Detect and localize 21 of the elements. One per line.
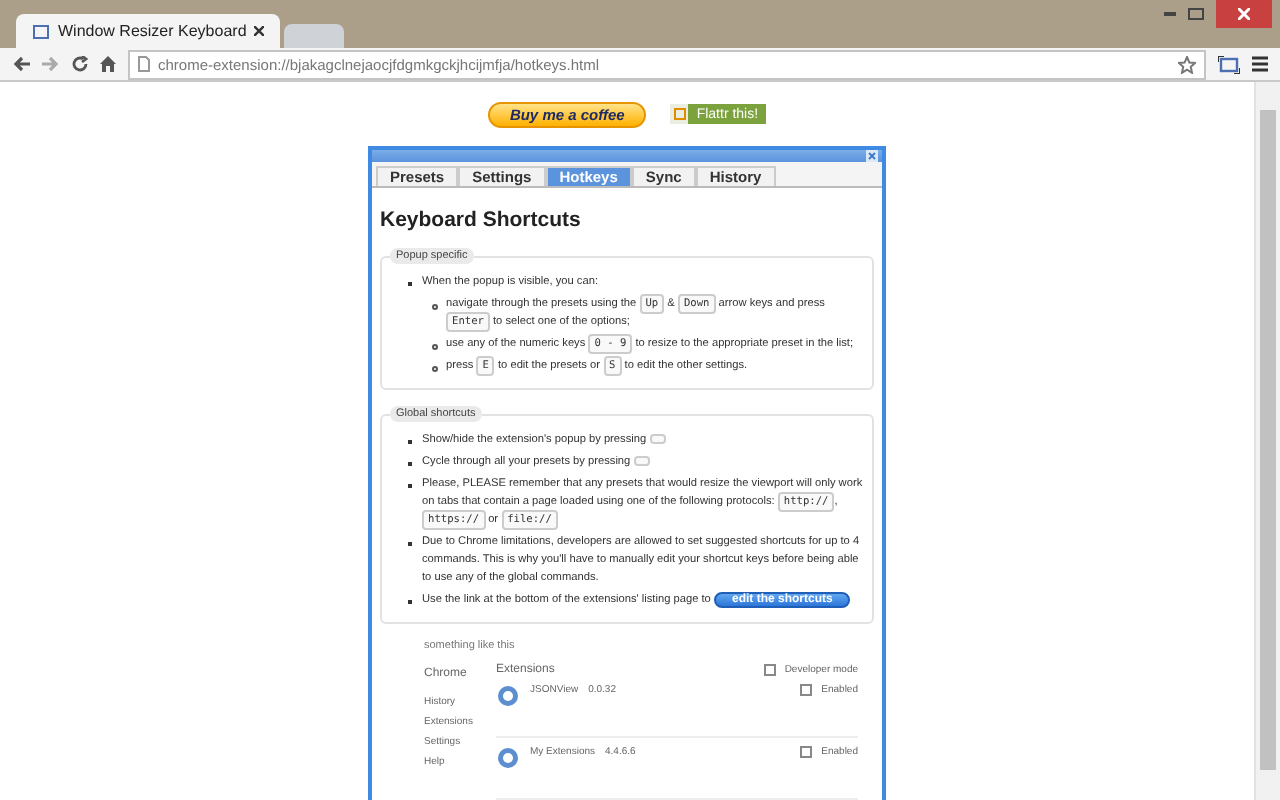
menu-icon[interactable] [1252, 56, 1268, 72]
page-icon [138, 56, 150, 72]
resize-icon[interactable] [1218, 55, 1240, 73]
checkbox-icon [799, 746, 812, 758]
back-icon[interactable] [12, 56, 30, 72]
minimize-icon[interactable] [1164, 11, 1176, 17]
checkbox-icon [799, 684, 812, 696]
maximize-icon[interactable] [1188, 8, 1204, 20]
resize-icon [32, 23, 50, 39]
close-icon[interactable] [254, 26, 265, 36]
page-heading: Keyboard Shortcuts [380, 208, 583, 232]
checkbox-icon [764, 664, 777, 676]
extension-logo-icon [496, 746, 520, 770]
reload-icon[interactable] [72, 56, 88, 72]
browser-tab[interactable]: Window Resizer Keyboard [16, 14, 281, 48]
extension-logo-icon [496, 684, 520, 708]
star-icon[interactable] [1178, 55, 1196, 73]
close-icon [1238, 8, 1250, 20]
scrollbar[interactable] [1254, 82, 1280, 800]
home-icon[interactable] [100, 56, 116, 72]
close-button[interactable] [1216, 0, 1272, 28]
